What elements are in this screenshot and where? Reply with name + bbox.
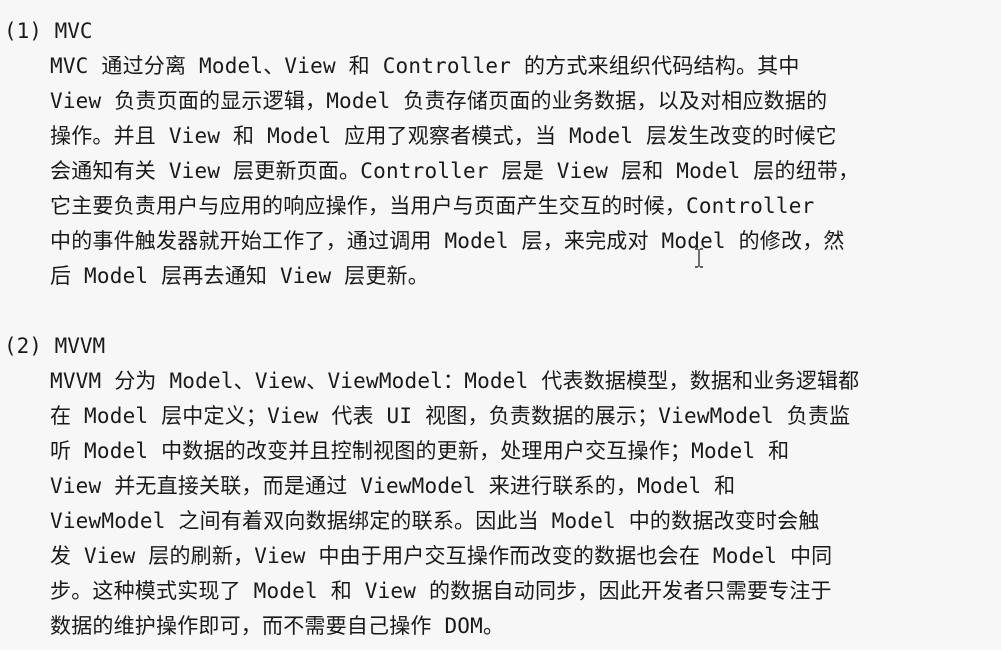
paragraph-mvvm: MVVM 分为 Model、View、ViewModel：Model 代表数据模…: [50, 364, 981, 644]
section-heading-mvc: (1) MVC: [4, 19, 93, 43]
document-page: (1) MVC MVC 通过分离 Model、View 和 Controller…: [0, 0, 1001, 650]
paragraph-line: 它主要负责用户与应用的响应操作，当用户与页面产生交互的时候，Controller: [50, 194, 815, 218]
paragraph-line: View 负责页面的显示逻辑，Model 负责存储页面的业务数据，以及对相应数据…: [50, 89, 828, 113]
text-cursor-icon: [694, 248, 704, 268]
paragraph-line: 步。这种模式实现了 Model 和 View 的数据自动同步，因此开发者只需要专…: [50, 579, 832, 603]
paragraph-mvc: MVC 通过分离 Model、View 和 Controller 的方式来组织代…: [50, 49, 981, 294]
paragraph-line: 中的事件触发器就开始工作了，通过调用 Model 层，来完成对 Model 的修…: [50, 229, 845, 253]
paragraph-line: 在 Model 层中定义；View 代表 UI 视图，负责数据的展示；ViewM…: [50, 404, 851, 428]
section-mvc: (1) MVC MVC 通过分离 Model、View 和 Controller…: [4, 14, 981, 294]
paragraph-line: 听 Model 中数据的改变并且控制视图的更新，处理用户交互操作；Model 和: [50, 439, 790, 463]
paragraph-line: 会通知有关 View 层更新页面。Controller 层是 View 层和 M…: [50, 159, 860, 183]
paragraph-line: ViewModel 之间有着双向数据绑定的联系。因此当 Model 中的数据改变…: [50, 509, 820, 533]
paragraph-line: 操作。并且 View 和 Model 应用了观察者模式，当 Model 层发生改…: [50, 124, 837, 148]
paragraph-line: 数据的维护操作即可，而不需要自己操作 DOM。: [50, 614, 505, 638]
paragraph-line: MVC 通过分离 Model、View 和 Controller 的方式来组织代…: [50, 54, 800, 78]
section-mvvm: (2) MVVM MVVM 分为 Model、View、ViewModel：Mo…: [4, 329, 981, 644]
paragraph-line: 发 View 层的刷新，View 中由于用户交互操作而改变的数据也会在 Mode…: [50, 544, 833, 568]
paragraph-line: MVVM 分为 Model、View、ViewModel：Model 代表数据模…: [50, 369, 860, 393]
paragraph-line: 后 Model 层再去通知 View 层更新。: [50, 264, 429, 288]
section-heading-mvvm: (2) MVVM: [4, 334, 106, 358]
paragraph-line: View 并无直接关联，而是通过 ViewModel 来进行联系的，Model …: [50, 474, 736, 498]
